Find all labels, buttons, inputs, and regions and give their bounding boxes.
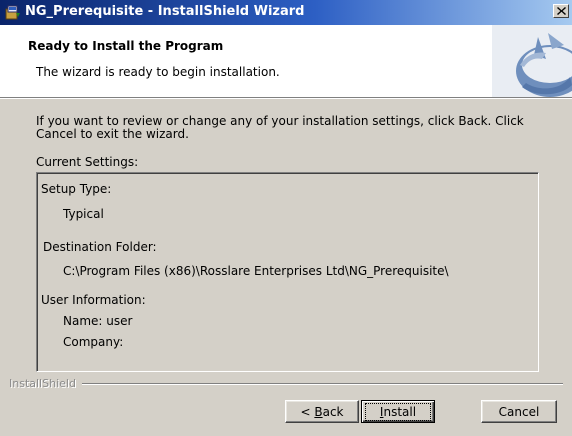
install-button[interactable]: Install [361, 400, 435, 423]
cancel-button[interactable]: Cancel [481, 400, 557, 423]
settings-summary-box[interactable]: Setup Type: Typical Destination Folder: … [36, 172, 539, 372]
back-button-prefix: < [300, 404, 315, 419]
destination-folder-label: Destination Folder: [43, 240, 157, 254]
user-information-label: User Information: [41, 293, 146, 307]
destination-folder-value: C:\Program Files (x86)\Rosslare Enterpri… [63, 264, 449, 278]
company-line: Company: [63, 335, 124, 349]
page-title: Ready to Install the Program [28, 39, 224, 53]
close-button[interactable] [553, 4, 569, 18]
installshield-logo-icon [490, 25, 572, 97]
footer-divider [82, 383, 563, 385]
header-banner: Ready to Install the Program The wizard … [0, 25, 572, 98]
setup-type-value: Typical [63, 207, 104, 221]
page-subtitle: The wizard is ready to begin installatio… [36, 65, 280, 79]
back-button-mnemonic: B [314, 404, 323, 419]
user-name-line: Name: user [63, 314, 133, 328]
back-button-label: ack [322, 404, 344, 419]
install-button-focus: Install [364, 402, 432, 421]
intro-text: If you want to review or change any of y… [36, 114, 524, 141]
back-button[interactable]: < Back [285, 400, 359, 423]
window-title: NG_Prerequisite - InstallShield Wizard [25, 4, 305, 19]
close-icon [556, 7, 566, 15]
title-bar[interactable]: NG_Prerequisite - InstallShield Wizard [0, 0, 572, 25]
install-button-label: nstall [383, 404, 417, 419]
banner-divider [0, 98, 572, 99]
installer-icon [5, 5, 20, 20]
setup-type-label: Setup Type: [41, 182, 112, 196]
current-settings-label: Current Settings: [36, 155, 139, 169]
installshield-brand-label: InstallShield [9, 377, 76, 390]
installshield-wizard-window: NG_Prerequisite - InstallShield Wizard R… [0, 0, 572, 436]
